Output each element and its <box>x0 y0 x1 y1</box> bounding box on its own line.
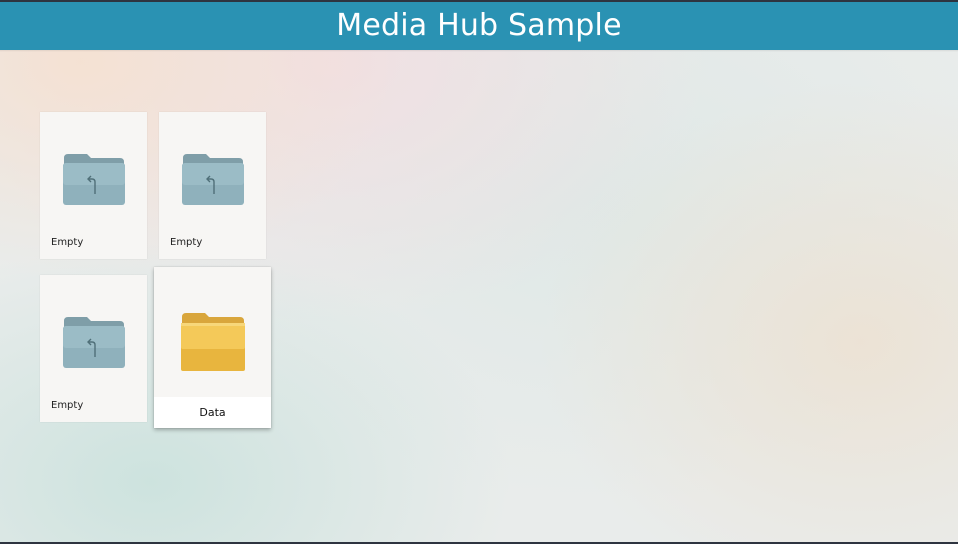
folder-icon <box>181 313 245 371</box>
tile-label: Empty <box>51 400 84 411</box>
folder-tile-empty-1[interactable]: Empty <box>40 112 147 259</box>
folder-up-icon <box>182 154 244 205</box>
tile-label: Empty <box>170 237 203 248</box>
folder-up-icon <box>63 317 125 368</box>
screen: Media Hub Sample Empty Empty Empty Data <box>0 0 958 544</box>
tile-label-bar: Data <box>154 397 271 428</box>
tile-label: Data <box>199 406 226 419</box>
folder-tile-empty-2[interactable]: Empty <box>159 112 266 259</box>
title-bar: Media Hub Sample <box>0 2 958 52</box>
media-hub-window: Media Hub Sample Empty Empty Empty Data <box>0 2 958 542</box>
app-title: Media Hub Sample <box>336 8 622 43</box>
folder-tile-empty-3[interactable]: Empty <box>40 275 147 422</box>
folder-tile-data[interactable]: Data <box>154 267 271 428</box>
folder-up-icon <box>63 154 125 205</box>
tile-label: Empty <box>51 237 84 248</box>
